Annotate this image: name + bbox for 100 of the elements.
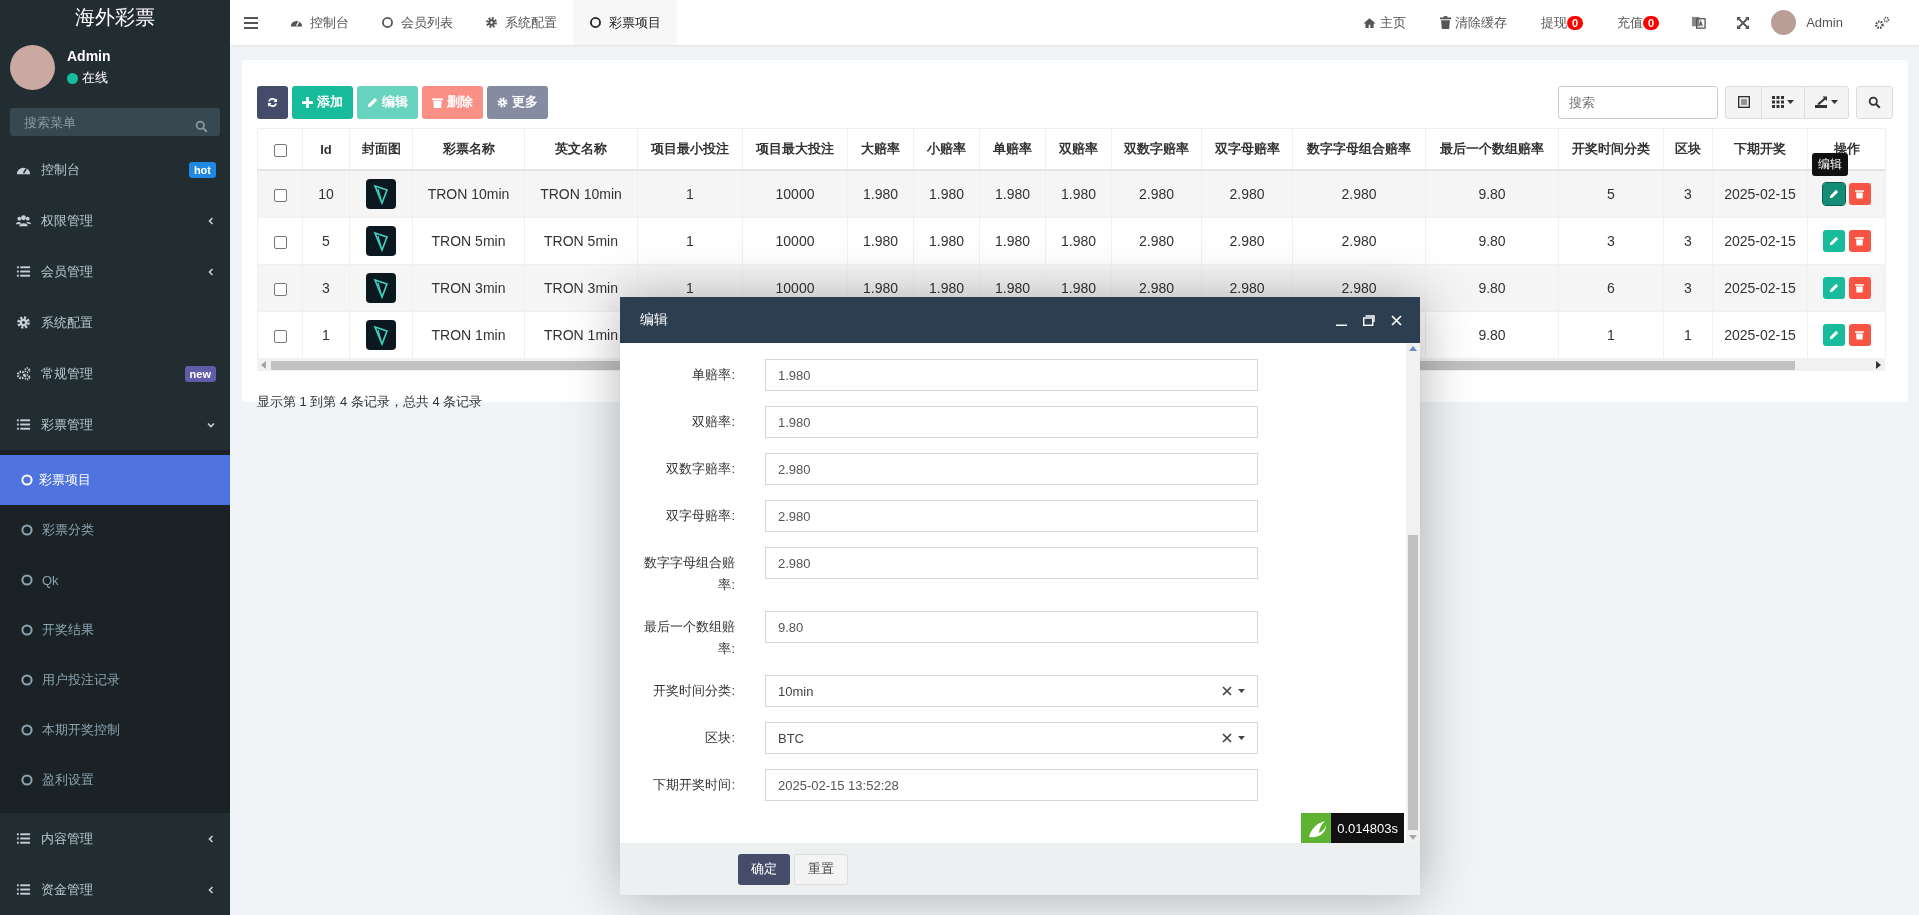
user-status: 在线 [82,69,108,87]
table-cell: 1.980 [1060,233,1096,249]
table-cell: 2.980 [1341,186,1377,202]
column-header: 项目最大投注 [756,141,834,156]
table-cell: TRON 10min [540,186,622,202]
count-badge: 0 [1643,15,1660,30]
table-cell: 3 [322,280,330,296]
table-cell: 2025-02-15 [1724,233,1796,249]
table-cell: 1 [686,280,694,296]
table-cell: 1.980 [1060,186,1096,202]
pagination-summary: 显示第 1 到第 4 条记录，总共 4 条记录 [257,393,484,411]
table-cell: 3 [1684,186,1692,202]
field-label: 双字母赔率: [665,507,735,525]
column-header: 封面图 [361,141,401,156]
table-cell: 1.980 [862,186,898,202]
column-header: 下期开奖 [1734,141,1786,156]
table-cell: 1.980 [994,186,1030,202]
menu-label: 本期开奖控制 [42,721,120,739]
column-header: 数字字母组合赔率 [1307,141,1411,156]
field-label: 区块: [704,729,735,747]
menu-label: 彩票管理 [41,415,94,434]
table-cell: 2.980 [1341,280,1377,296]
column-header: 英文名称 [555,141,607,156]
field-label: 最后一个数组赔率: [643,618,735,658]
table-cell: 2.980 [1138,233,1174,249]
user-name: Admin [67,48,111,64]
table-cell: 2.980 [1229,233,1265,249]
table-cell: 2025-02-15 [1724,186,1796,202]
table-cell: TRON 1min [431,327,506,343]
table-cell: 1.980 [928,186,964,202]
table-cell: 2025-02-15 [1724,327,1796,343]
field-label: 双赔率: [691,413,735,431]
menu-badge: hot [188,161,216,178]
table-cell: 1 [322,327,330,343]
tooltip: 编辑 [1812,153,1848,176]
column-header: 单赔率 [993,141,1032,156]
table-cell: TRON 3min [431,280,506,296]
field-label: 开奖时间分类: [652,682,735,700]
table-cell: 10 [318,186,334,202]
dialog-title: 编辑 [640,311,668,329]
table-cell: TRON 1min [544,327,618,343]
menu-badge: new [184,365,216,382]
table-cell: 10000 [775,280,815,296]
column-header: 小赔率 [927,141,966,156]
column-header: 开奖时间分类 [1572,141,1650,156]
table-cell: 9.80 [1478,327,1506,343]
table-cell: 10000 [775,233,815,249]
table-cell: 1 [1684,327,1692,343]
table-cell: TRON 3min [544,280,618,296]
table-cell: 10000 [775,186,815,202]
menu-label: 系统配置 [41,313,94,332]
table-cell: 1 [686,186,694,202]
table-cell: 1.980 [928,233,964,249]
table-cell: TRON 5min [544,233,618,249]
column-header: 最后一个数组赔率 [1440,141,1544,156]
table-cell: 2.980 [1138,186,1174,202]
table-cell: 5 [322,233,330,249]
menu-label: 常规管理 [41,364,94,383]
table-cell: 3 [1684,233,1692,249]
table-cell: 1 [686,233,694,249]
table-cell: 3 [1684,280,1692,296]
menu-label: 权限管理 [41,211,94,230]
table-cell: 3 [1607,233,1615,249]
table-cell: 1.980 [994,280,1030,296]
menu-label: 控制台 [41,160,81,179]
field-label: 下期开奖时间: [652,776,735,794]
menu-label: 彩票项目 [39,471,91,489]
column-header: 大赔率 [861,141,900,156]
column-header: 区块 [1675,141,1701,156]
table-cell: TRON 10min [427,186,510,202]
menu-label: 盈利设置 [42,771,94,789]
table-cell: 1 [1607,327,1615,343]
table-cell: 1.980 [928,280,964,296]
menu-label: 用户投注记录 [42,671,120,689]
menu-label: Qk [42,572,59,588]
field-label: 双数字赔率: [665,460,735,478]
count-badge: 0 [1566,15,1583,30]
table-cell: TRON 5min [431,233,506,249]
table-cell: 1.980 [862,280,898,296]
menu-label: 彩票分类 [42,521,94,539]
column-header: 项目最小投注 [651,141,729,156]
column-header: 双数字赔率 [1124,141,1189,156]
table-cell: 1.980 [1060,280,1096,296]
table-cell: 1.980 [862,233,898,249]
column-header: 双字母赔率 [1214,141,1280,156]
table-cell: 2.980 [1229,280,1265,296]
menu-label: 会员管理 [41,262,94,281]
table-cell: 2.980 [1229,186,1265,202]
table-cell: 2.980 [1138,280,1174,296]
menu-label: 开奖结果 [42,621,94,639]
table-cell: 9.80 [1478,280,1506,296]
field-label: 数字字母组合赔率: [643,554,735,594]
menu-label: 资金管理 [41,880,94,899]
table-cell: 2.980 [1341,233,1377,249]
table-cell: 5 [1607,186,1615,202]
table-cell: 9.80 [1478,186,1506,202]
table-cell: 1.980 [994,233,1030,249]
column-header: 双赔率 [1059,141,1098,156]
column-header: 彩票名称 [442,141,495,156]
column-header: Id [320,141,332,157]
